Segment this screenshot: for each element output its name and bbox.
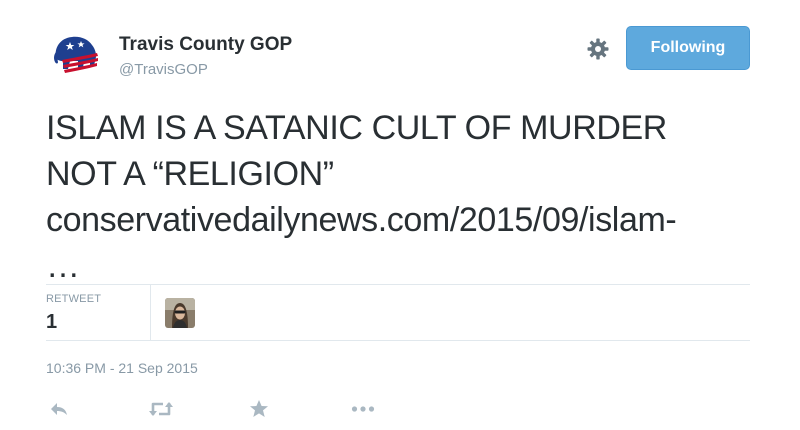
reply-icon[interactable] — [49, 397, 69, 421]
tweet-timestamp[interactable]: 10:36 PM - 21 Sep 2015 — [46, 360, 198, 376]
stats-separator — [150, 284, 151, 340]
following-button[interactable]: Following — [626, 26, 750, 70]
retweeter-avatar[interactable] — [165, 298, 195, 328]
tweet-link[interactable]: conservativedailynews.com/2015/09/islam- — [46, 201, 677, 239]
user-handle[interactable]: @TravisGOP — [119, 61, 208, 78]
retweet-count[interactable]: 1 — [46, 311, 57, 334]
display-name[interactable]: Travis County GOP — [119, 34, 292, 56]
more-icon[interactable] — [351, 397, 375, 421]
tweet-card: Travis County GOP @TravisGOP Following I… — [0, 0, 800, 430]
tweet-link-ellipsis[interactable]: … — [46, 247, 80, 285]
divider-bottom — [46, 340, 750, 341]
retweet-label: RETWEET — [46, 293, 102, 305]
star-icon[interactable] — [249, 397, 269, 421]
profile-avatar-elephant-icon[interactable] — [50, 28, 102, 80]
tweet-text-line-2: NOT A “RELIGION” — [46, 155, 334, 193]
retweet-icon[interactable] — [148, 397, 174, 421]
tweet-text-line-1: ISLAM IS A SATANIC CULT OF MURDER — [46, 109, 667, 147]
tweet-text: ISLAM IS A SATANIC CULT OF MURDER NOT A … — [46, 105, 766, 289]
gear-icon[interactable] — [586, 37, 610, 61]
divider-top — [46, 284, 750, 285]
